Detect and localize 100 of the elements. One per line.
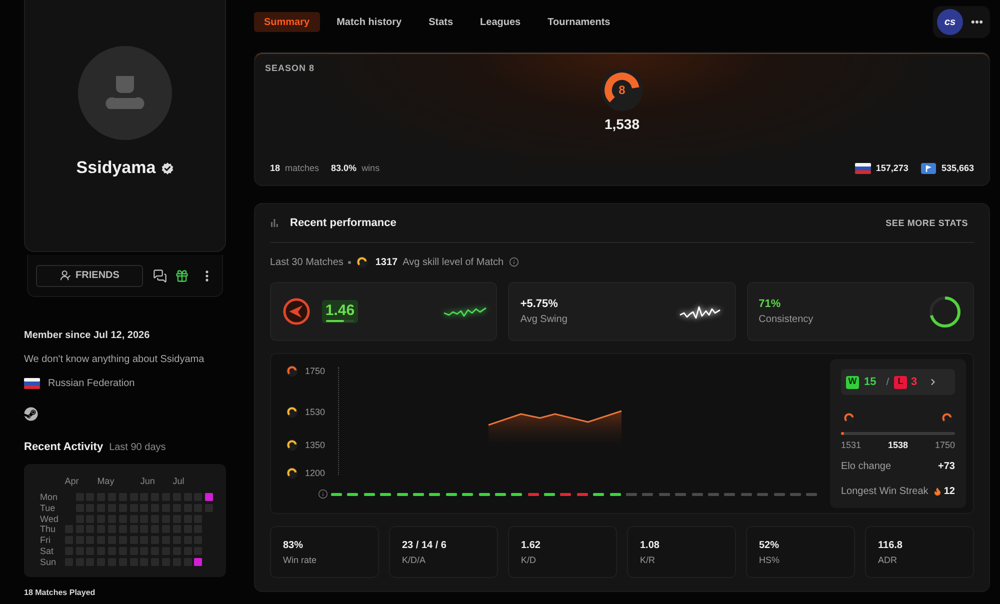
- country-rank: 157,273: [876, 162, 908, 175]
- chat-icon[interactable]: [153, 268, 167, 282]
- nav-tab[interactable]: Tournaments: [538, 12, 620, 32]
- info-icon[interactable]: [318, 489, 328, 499]
- result-dash: [364, 492, 375, 496]
- result-dash: [478, 492, 490, 496]
- user-icon: [60, 270, 71, 281]
- wins-count: 15: [864, 374, 876, 390]
- avg-skill-value: 1317: [375, 256, 398, 268]
- month-label: Jun: [140, 476, 155, 486]
- axis-label: 1530: [305, 406, 326, 418]
- result-dash: [658, 492, 670, 496]
- matches-label: matches: [285, 162, 320, 175]
- result-dash: [528, 492, 539, 496]
- streak-value: 12: [944, 485, 955, 498]
- result-dash: [380, 492, 392, 496]
- season-title: SEASON 8: [265, 62, 315, 74]
- result-dash: [642, 492, 654, 496]
- result-dash: [675, 492, 686, 496]
- matches-played: 18 Matches Played: [24, 588, 96, 598]
- player-name: Ssidyama: [76, 158, 156, 178]
- win-rate: 83.0%: [331, 162, 357, 175]
- nav-tab[interactable]: Match history: [326, 12, 412, 32]
- separator: /: [886, 376, 890, 390]
- result-dash: [626, 492, 638, 496]
- day-label: Mon: [40, 493, 59, 501]
- flag-icon: [24, 378, 40, 389]
- friends-button[interactable]: FRIENDS: [36, 264, 143, 286]
- period-label: Last 90 days: [109, 441, 166, 454]
- steam-icon[interactable]: [24, 407, 38, 421]
- game-badge[interactable]: cs: [937, 9, 963, 35]
- level-gauge-icon: [600, 68, 644, 112]
- loss-badge: L: [894, 376, 908, 388]
- result-dash: [331, 492, 342, 496]
- day-label: Sat: [40, 546, 55, 555]
- avg-skill-label: Avg skill level of Match: [402, 256, 504, 268]
- gift-icon[interactable]: [175, 268, 189, 282]
- wins-label: wins: [362, 162, 380, 175]
- day-label: Fri: [40, 536, 52, 544]
- rating-value: 1.46: [325, 302, 355, 318]
- result-dash: [757, 492, 768, 496]
- result-dash: [593, 492, 604, 496]
- streak-label: Longest Win Streak: [841, 485, 928, 498]
- stat-value: 23 / 14 / 6: [402, 538, 448, 552]
- skill-level-icon: [941, 412, 953, 424]
- stat-label: HS%: [759, 554, 781, 566]
- skill-level-icon: [843, 412, 855, 424]
- stat-value: 83%: [283, 538, 304, 552]
- region-icon: [921, 162, 936, 174]
- see-more-link[interactable]: SEE MORE STATS: [886, 217, 968, 229]
- result-dash: [429, 492, 440, 496]
- result-dash: [806, 492, 818, 496]
- axis-label: 1200: [305, 467, 326, 479]
- section-title: Recent performance: [290, 216, 396, 230]
- result-dash: [446, 492, 457, 496]
- level-number: 8: [618, 83, 626, 97]
- elo-change-label: Elo change: [841, 460, 892, 473]
- info-icon[interactable]: [508, 257, 519, 267]
- stat-value: 52%: [759, 538, 780, 552]
- stat-value: 1.08: [640, 538, 660, 552]
- elo-change-value: +73: [938, 460, 955, 473]
- swing-label: Avg Swing: [520, 314, 568, 326]
- axis-label: 1750: [305, 365, 326, 377]
- range-end: 1750: [934, 440, 955, 451]
- current-elo: 1538: [888, 440, 908, 451]
- range-start: 1531: [841, 440, 862, 451]
- losses-count: 3: [911, 374, 918, 390]
- result-dash: [790, 492, 801, 496]
- country-name: Russian Federation: [48, 377, 135, 390]
- result-dash: [560, 492, 572, 496]
- result-dash: [576, 492, 588, 496]
- member-since: Member since Jul 12, 2026: [24, 329, 151, 342]
- result-dash: [396, 492, 408, 496]
- match-count: 18: [270, 162, 280, 175]
- result-dash: [610, 492, 621, 496]
- result-dash: [774, 492, 785, 496]
- scope-label: Last 30 Matches: [270, 256, 344, 268]
- stat-label: K/R: [640, 554, 656, 566]
- stat-label: ADR: [878, 554, 898, 566]
- nav-tab[interactable]: Stats: [418, 12, 464, 32]
- month-label: Jul: [172, 476, 184, 486]
- result-dash: [347, 492, 358, 496]
- nav-tab[interactable]: Summary: [254, 12, 320, 32]
- stat-label: K/D/A: [402, 554, 427, 566]
- result-dash: [724, 492, 736, 496]
- win-loss-summary[interactable]: W 15 / L 3: [841, 369, 955, 395]
- skill-level-icon: [356, 256, 368, 268]
- result-dash: [511, 492, 522, 496]
- result-dash: [692, 492, 703, 496]
- stat-label: K/D: [521, 554, 538, 566]
- section-title: Recent Activity: [24, 440, 104, 454]
- month-label: Apr: [64, 476, 79, 486]
- result-dash: [740, 492, 752, 496]
- result-dash: [544, 492, 556, 496]
- result-dash: [708, 492, 719, 496]
- result-dash: [494, 492, 506, 496]
- consistency-value: 71%: [758, 298, 782, 310]
- nav-tab[interactable]: Leagues: [470, 12, 531, 32]
- result-dash: [462, 492, 474, 496]
- result-dash: [412, 492, 424, 496]
